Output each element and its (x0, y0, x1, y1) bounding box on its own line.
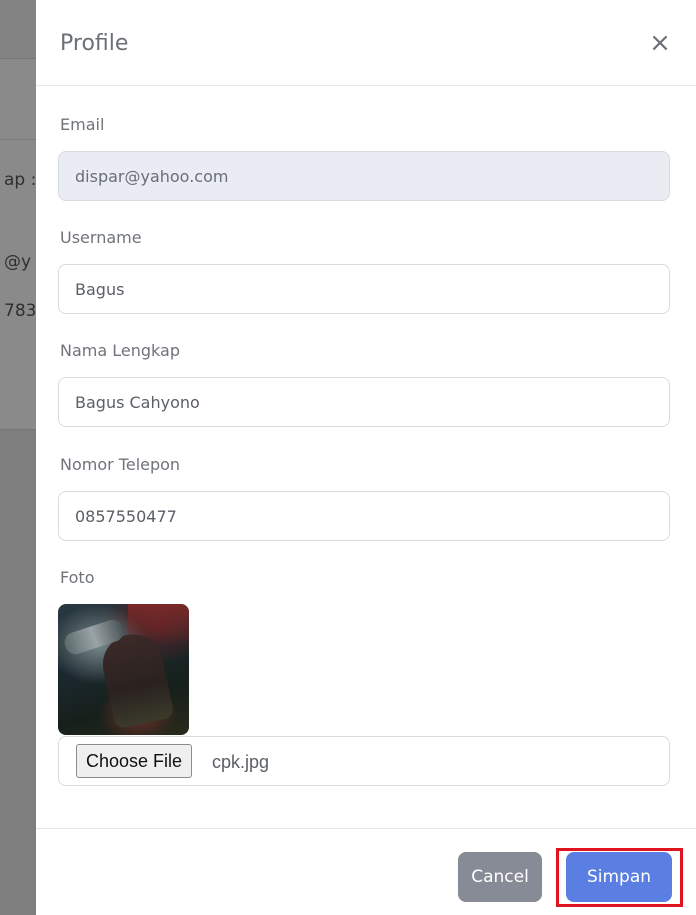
photo-label: Foto (60, 568, 95, 587)
modal-footer: Cancel Simpan (36, 828, 696, 915)
cancel-button[interactable]: Cancel (458, 852, 542, 902)
backdrop-text-3: 783 (4, 301, 36, 321)
backdrop-text-1: ap : (4, 170, 36, 190)
save-button[interactable]: Simpan (566, 852, 672, 902)
phone-label: Nomor Telepon (60, 455, 181, 474)
username-field[interactable] (58, 264, 670, 314)
backdrop-text-2: @y (4, 252, 32, 272)
profile-photo-preview (58, 604, 189, 735)
modal-title: Profile (60, 31, 129, 56)
backdrop-card (0, 58, 36, 430)
choose-file-button[interactable]: Choose File (76, 744, 193, 778)
phone-field[interactable] (58, 491, 670, 541)
email-label: Email (60, 115, 105, 134)
profile-modal: Profile × Email Username Nama Lengkap No… (36, 0, 696, 915)
close-icon[interactable]: × (648, 29, 672, 57)
photo-file-input[interactable]: Choose File cpk.jpg (58, 736, 670, 786)
selected-file-name: cpk.jpg (212, 752, 270, 772)
page-backdrop: ap : @y 783 (0, 0, 36, 915)
full-name-field[interactable] (58, 377, 670, 427)
backdrop-navbar (0, 0, 36, 58)
modal-header: Profile × (36, 0, 696, 86)
username-label: Username (60, 228, 142, 247)
full-name-label: Nama Lengkap (60, 341, 180, 360)
email-field[interactable] (58, 151, 670, 201)
